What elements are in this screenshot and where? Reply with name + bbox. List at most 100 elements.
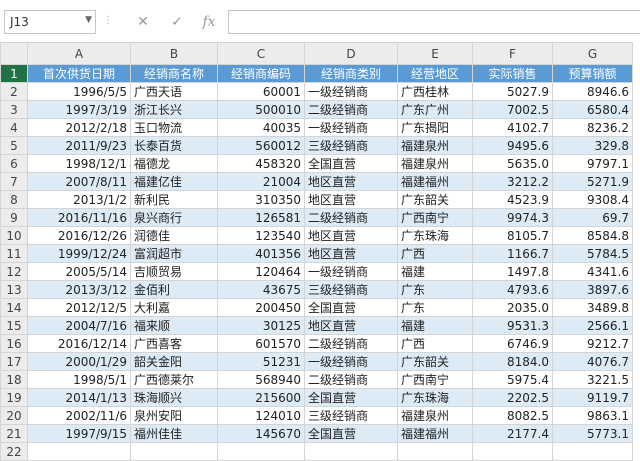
table-cell[interactable]: 1166.7 <box>472 244 553 263</box>
row-header[interactable]: 16 <box>0 334 28 353</box>
table-cell[interactable]: 一级经销商 <box>304 262 398 281</box>
table-cell[interactable]: 广东韶关 <box>397 190 473 209</box>
table-cell[interactable]: 一级经销商 <box>304 82 398 101</box>
table-cell[interactable]: 126581 <box>217 208 305 227</box>
table-cell[interactable]: 8946.6 <box>552 82 633 101</box>
table-cell[interactable]: 2005/5/14 <box>27 262 131 281</box>
select-all-corner[interactable] <box>0 42 28 65</box>
table-cell[interactable]: 40035 <box>217 118 305 137</box>
table-cell[interactable]: 1998/12/1 <box>27 154 131 173</box>
row-header[interactable]: 11 <box>0 244 28 263</box>
row-header[interactable]: 8 <box>0 190 28 209</box>
table-cell[interactable] <box>304 442 398 461</box>
table-cell[interactable]: 69.7 <box>552 208 633 227</box>
row-header[interactable]: 1 <box>0 64 28 83</box>
table-cell[interactable]: 200450 <box>217 298 305 317</box>
header-cell[interactable]: 经销商名称 <box>130 64 218 83</box>
table-cell[interactable]: 广西南宁 <box>397 208 473 227</box>
table-cell[interactable]: 二级经销商 <box>304 370 398 389</box>
table-cell[interactable]: 大利嘉 <box>130 298 218 317</box>
table-cell[interactable]: 广西南宁 <box>397 370 473 389</box>
table-cell[interactable]: 6746.9 <box>472 334 553 353</box>
column-header-e[interactable]: E <box>397 42 473 65</box>
header-cell[interactable]: 经销商类别 <box>304 64 398 83</box>
name-box-value[interactable]: J13 <box>10 15 29 29</box>
table-cell[interactable]: 8584.8 <box>552 226 633 245</box>
table-cell[interactable]: 1996/5/5 <box>27 82 131 101</box>
row-header[interactable]: 9 <box>0 208 28 227</box>
table-cell[interactable]: 福建 <box>397 262 473 281</box>
table-cell[interactable]: 珠海顺兴 <box>130 388 218 407</box>
table-cell[interactable]: 458320 <box>217 154 305 173</box>
table-cell[interactable]: 福德龙 <box>130 154 218 173</box>
table-cell[interactable]: 3897.6 <box>552 280 633 299</box>
table-cell[interactable]: 玉口物流 <box>130 118 218 137</box>
table-cell[interactable]: 2000/1/29 <box>27 352 131 371</box>
chevron-down-icon[interactable]: ▼ <box>85 15 92 25</box>
table-cell[interactable]: 一级经销商 <box>304 352 398 371</box>
header-cell[interactable]: 经营地区 <box>397 64 473 83</box>
formula-input[interactable] <box>228 10 640 34</box>
spreadsheet-grid[interactable]: A B C D E F G 1 首次供货日期 经销商名称 经销商编码 经销商类别… <box>0 42 633 461</box>
table-cell[interactable]: 2566.1 <box>552 316 633 335</box>
function-icon[interactable]: fx <box>198 9 220 35</box>
table-cell[interactable]: 2002/11/6 <box>27 406 131 425</box>
column-header-b[interactable]: B <box>130 42 218 65</box>
table-cell[interactable]: 2012/2/18 <box>27 118 131 137</box>
row-header[interactable]: 20 <box>0 406 28 425</box>
table-cell[interactable]: 二级经销商 <box>304 208 398 227</box>
table-cell[interactable]: 9212.7 <box>552 334 633 353</box>
table-cell[interactable]: 1997/9/15 <box>27 424 131 443</box>
table-cell[interactable]: 1497.8 <box>472 262 553 281</box>
table-cell[interactable]: 2035.0 <box>472 298 553 317</box>
table-cell[interactable]: 1997/3/19 <box>27 100 131 119</box>
table-cell[interactable]: 123540 <box>217 226 305 245</box>
row-header[interactable]: 12 <box>0 262 28 281</box>
table-cell[interactable]: 9797.1 <box>552 154 633 173</box>
table-cell[interactable]: 145670 <box>217 424 305 443</box>
table-cell[interactable]: 全国直营 <box>304 298 398 317</box>
table-cell[interactable]: 4793.6 <box>472 280 553 299</box>
table-cell[interactable]: 5784.5 <box>552 244 633 263</box>
column-header-c[interactable]: C <box>217 42 305 65</box>
table-cell[interactable]: 2016/12/26 <box>27 226 131 245</box>
table-cell[interactable]: 3221.5 <box>552 370 633 389</box>
table-cell[interactable] <box>472 442 553 461</box>
row-header[interactable]: 15 <box>0 316 28 335</box>
table-cell[interactable]: 9119.7 <box>552 388 633 407</box>
table-cell[interactable]: 地区直营 <box>304 244 398 263</box>
header-cell[interactable]: 实际销售 <box>472 64 553 83</box>
table-cell[interactable]: 福建泉州 <box>397 136 473 155</box>
table-cell[interactable]: 广东广州 <box>397 100 473 119</box>
table-cell[interactable] <box>552 442 633 461</box>
row-header[interactable]: 18 <box>0 370 28 389</box>
table-cell[interactable]: 124010 <box>217 406 305 425</box>
table-cell[interactable]: 地区直营 <box>304 316 398 335</box>
table-cell[interactable]: 福建福州 <box>397 424 473 443</box>
table-cell[interactable]: 福建福州 <box>397 172 473 191</box>
table-cell[interactable] <box>397 442 473 461</box>
table-cell[interactable]: 全国直营 <box>304 424 398 443</box>
table-cell[interactable]: 地区直营 <box>304 172 398 191</box>
table-cell[interactable]: 韶关金阳 <box>130 352 218 371</box>
enter-icon[interactable]: ✓ <box>166 9 188 35</box>
row-header[interactable]: 2 <box>0 82 28 101</box>
table-cell[interactable]: 120464 <box>217 262 305 281</box>
table-cell[interactable]: 2202.5 <box>472 388 553 407</box>
table-cell[interactable]: 401356 <box>217 244 305 263</box>
table-cell[interactable] <box>130 442 218 461</box>
table-cell[interactable]: 9974.3 <box>472 208 553 227</box>
header-cell[interactable]: 经销商编码 <box>217 64 305 83</box>
row-header[interactable]: 22 <box>0 442 28 461</box>
table-cell[interactable]: 4523.9 <box>472 190 553 209</box>
row-header[interactable]: 14 <box>0 298 28 317</box>
row-header[interactable]: 17 <box>0 352 28 371</box>
table-cell[interactable]: 60001 <box>217 82 305 101</box>
table-cell[interactable]: 8236.2 <box>552 118 633 137</box>
table-cell[interactable]: 9308.4 <box>552 190 633 209</box>
resize-handle[interactable]: ⋮ <box>103 15 114 26</box>
row-header[interactable]: 19 <box>0 388 28 407</box>
table-cell[interactable]: 5027.9 <box>472 82 553 101</box>
table-cell[interactable]: 二级经销商 <box>304 334 398 353</box>
table-cell[interactable]: 5975.4 <box>472 370 553 389</box>
